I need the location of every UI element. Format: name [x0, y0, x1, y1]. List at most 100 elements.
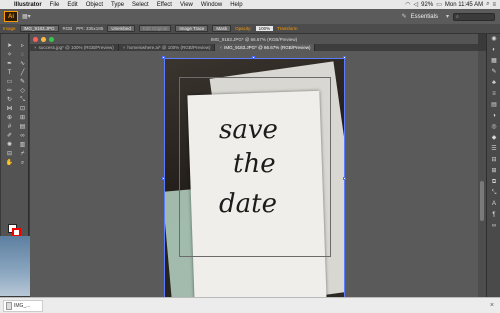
selection-handle[interactable] — [343, 56, 346, 59]
app-bar: Ai ▦▾ ✎ Essentials ▾ ⌕ — [0, 9, 500, 24]
close-icon[interactable]: × — [490, 302, 494, 309]
curvature-tool-icon[interactable]: ∿ — [17, 60, 28, 68]
magic-wand-tool-icon[interactable]: ✧ — [4, 51, 15, 59]
graph-tool-icon[interactable]: ▥ — [17, 141, 28, 149]
pathfinder-icon[interactable]: ⧉ — [487, 177, 500, 188]
battery-icon[interactable]: ▭ — [436, 1, 442, 8]
handwritten-lettering: save the date — [195, 109, 325, 269]
search-icon[interactable]: ⌕ — [486, 1, 489, 8]
opacity-input[interactable]: 100% — [255, 26, 274, 31]
menu-effect[interactable]: Effect — [153, 2, 176, 8]
gradient-tool-icon[interactable]: ▤ — [17, 123, 28, 131]
blend-tool-icon[interactable]: ∞ — [17, 132, 28, 140]
placed-image[interactable]: save the date — [164, 58, 345, 300]
transparency-icon[interactable]: ◑ — [487, 111, 500, 122]
eraser-tool-icon[interactable]: ◇ — [17, 87, 28, 95]
menu-type[interactable]: Type — [107, 2, 128, 8]
rectangle-tool-icon[interactable]: ▭ — [4, 78, 15, 86]
document-tabs: × success.jpg* @ 100% (RGB/Preview) × ho… — [30, 44, 478, 51]
artboards-icon[interactable]: ⊟ — [487, 155, 500, 166]
character-icon[interactable]: A — [487, 199, 500, 210]
tab-success[interactable]: × success.jpg* @ 100% (RGB/Preview) — [30, 44, 119, 51]
transform-link[interactable]: Transform — [277, 26, 297, 31]
width-tool-icon[interactable]: ⋈ — [4, 105, 15, 113]
vertical-scrollbar[interactable] — [478, 51, 486, 305]
appearance-icon[interactable]: ◎ — [487, 122, 500, 133]
type-tool-icon[interactable]: T — [4, 69, 15, 77]
selection-handle[interactable] — [162, 56, 165, 59]
scrollbar-thumb[interactable] — [480, 181, 484, 221]
shape-builder-tool-icon[interactable]: ⊕ — [4, 114, 15, 122]
paintbrush-tool-icon[interactable]: ✎ — [17, 78, 28, 86]
paragraph-icon[interactable]: ¶ — [487, 210, 500, 221]
properties-icon[interactable]: ◉ — [487, 34, 500, 45]
mask-button[interactable]: Mask — [212, 25, 232, 32]
rotate-tool-icon[interactable]: ↻ — [4, 96, 15, 104]
lettering-line-the: the — [233, 149, 276, 179]
hand-tool-icon[interactable]: ✋ — [4, 159, 15, 167]
sync-icon[interactable]: ✎ — [402, 13, 407, 20]
free-transform-tool-icon[interactable]: ⊡ — [17, 105, 28, 113]
menu-select[interactable]: Select — [128, 2, 153, 8]
download-item[interactable]: IMG_... — [3, 299, 43, 312]
unembed-button[interactable]: Unembed — [107, 25, 135, 32]
color-icon[interactable]: ◐ — [487, 45, 500, 56]
brushes-icon[interactable]: ✎ — [487, 67, 500, 78]
battery-percent[interactable]: 92% — [421, 2, 433, 8]
tab-img-9183[interactable]: × IMG_9183.JPG* @ 66.67% (RGB/Preview) — [215, 44, 316, 51]
line-tool-icon[interactable]: ╱ — [17, 69, 28, 77]
menu-help[interactable]: Help — [226, 2, 246, 8]
workspace-switcher[interactable]: Essentials — [411, 14, 438, 20]
menu-window[interactable]: Window — [197, 2, 226, 8]
stroke-icon[interactable]: ≡ — [487, 89, 500, 100]
clock[interactable]: Mon 11:45 AM — [445, 2, 483, 8]
graphic-styles-icon[interactable]: ◆ — [487, 133, 500, 144]
menu-edit[interactable]: Edit — [63, 2, 81, 8]
chevron-down-icon[interactable]: ▾ — [446, 13, 449, 20]
slice-tool-icon[interactable]: ⌿ — [17, 150, 28, 158]
selection-handle[interactable] — [343, 177, 346, 180]
image-trace-button[interactable]: Image Trace — [175, 25, 209, 32]
close-icon[interactable]: × — [34, 45, 37, 50]
menu-list-icon[interactable]: ≡ — [492, 2, 496, 8]
selection-tool-icon[interactable]: ➤ — [4, 42, 15, 50]
symbol-sprayer-tool-icon[interactable]: ✺ — [4, 141, 15, 149]
symbols-icon[interactable]: ♣ — [487, 78, 500, 89]
pen-tool-icon[interactable]: ✒ — [4, 60, 15, 68]
menu-file[interactable]: File — [46, 2, 64, 8]
arrange-documents-icon[interactable]: ▦▾ — [22, 13, 31, 20]
file-icon — [6, 301, 12, 310]
menu-object[interactable]: Object — [82, 2, 107, 8]
close-icon[interactable]: × — [219, 45, 222, 50]
mesh-tool-icon[interactable]: # — [4, 123, 15, 131]
selection-type: Image — [3, 26, 16, 31]
swatches-icon[interactable]: ▦ — [487, 56, 500, 67]
layers-icon[interactable]: ☰ — [487, 144, 500, 155]
status-area: ◠ ◁ 92% ▭ Mon 11:45 AM ⌕ ≡ — [405, 1, 500, 8]
tab-homeiswhere[interactable]: × homeiswhere.ai* @ 100% (RGB/Preview) — [119, 44, 216, 51]
selection-handle[interactable] — [252, 56, 255, 59]
zoom-tool-icon[interactable]: ⌕ — [17, 159, 28, 167]
artboard-tool-icon[interactable]: ⊟ — [4, 150, 15, 158]
linked-file-name[interactable]: IMG_9183.JPG — [19, 25, 59, 32]
search-input[interactable]: ⌕ — [453, 12, 495, 21]
direct-selection-tool-icon[interactable]: ▹ — [17, 42, 28, 50]
canvas[interactable]: save the date — [30, 51, 478, 305]
eyedropper-tool-icon[interactable]: ✐ — [4, 132, 15, 140]
volume-icon[interactable]: ◁ — [414, 1, 419, 8]
scale-tool-icon[interactable]: ⤡ — [17, 96, 28, 104]
menu-view[interactable]: View — [176, 2, 197, 8]
pencil-tool-icon[interactable]: ✏ — [4, 87, 15, 95]
gradient-icon[interactable]: ▤ — [487, 100, 500, 111]
wifi-icon[interactable]: ◠ — [405, 1, 410, 8]
menu-illustrator[interactable]: Illustrator — [10, 2, 46, 8]
lasso-tool-icon[interactable]: ◌ — [17, 51, 28, 59]
transform-icon[interactable]: ⤡ — [487, 188, 500, 199]
align-icon[interactable]: ⊞ — [487, 166, 500, 177]
links-icon[interactable]: ∞ — [487, 221, 500, 232]
document-window-titlebar: IMG_9183.JPG* @ 66.67% (RGB/Preview) — [30, 34, 478, 44]
selection-handle[interactable] — [162, 177, 165, 180]
edit-original-button[interactable]: Edit Original — [138, 25, 172, 32]
close-icon[interactable]: × — [123, 45, 126, 50]
perspective-grid-tool-icon[interactable]: ⊞ — [17, 114, 28, 122]
